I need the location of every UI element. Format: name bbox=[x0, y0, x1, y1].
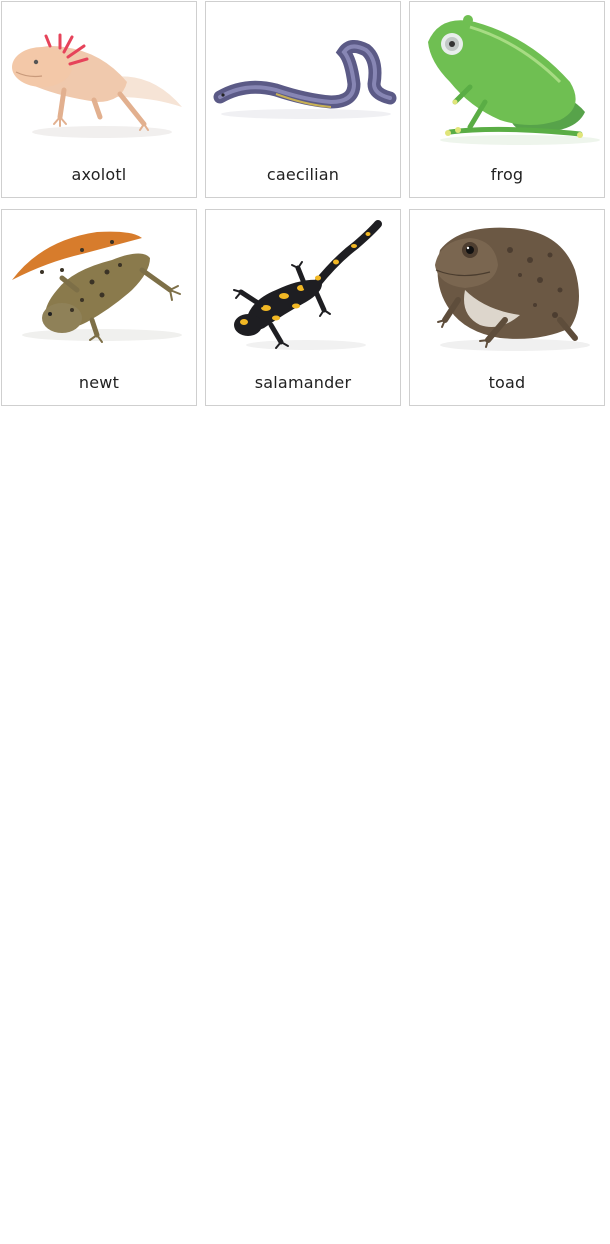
card-label: salamander bbox=[254, 373, 352, 392]
salamander-illustration bbox=[233, 220, 382, 350]
frog-illustration bbox=[428, 15, 600, 145]
card-label: axolotl bbox=[71, 165, 127, 184]
card-salamander: salamander bbox=[205, 209, 401, 406]
card-axolotl: axolotl bbox=[1, 1, 197, 198]
card-sheet: axolotl caecilian frog newt salamander t… bbox=[0, 0, 610, 1244]
caecilian-illustration bbox=[213, 40, 397, 119]
card-label: newt bbox=[78, 373, 120, 392]
card-toad: toad bbox=[409, 209, 605, 406]
card-label: frog bbox=[490, 165, 524, 184]
newt-illustration bbox=[12, 231, 182, 343]
card-caecilian: caecilian bbox=[205, 1, 401, 198]
card-newt: newt bbox=[1, 209, 197, 406]
card-label: caecilian bbox=[266, 165, 340, 184]
toad-illustration bbox=[435, 227, 590, 351]
card-frog: frog bbox=[409, 1, 605, 198]
card-label: toad bbox=[488, 373, 526, 392]
axolotl-illustration bbox=[12, 33, 182, 138]
